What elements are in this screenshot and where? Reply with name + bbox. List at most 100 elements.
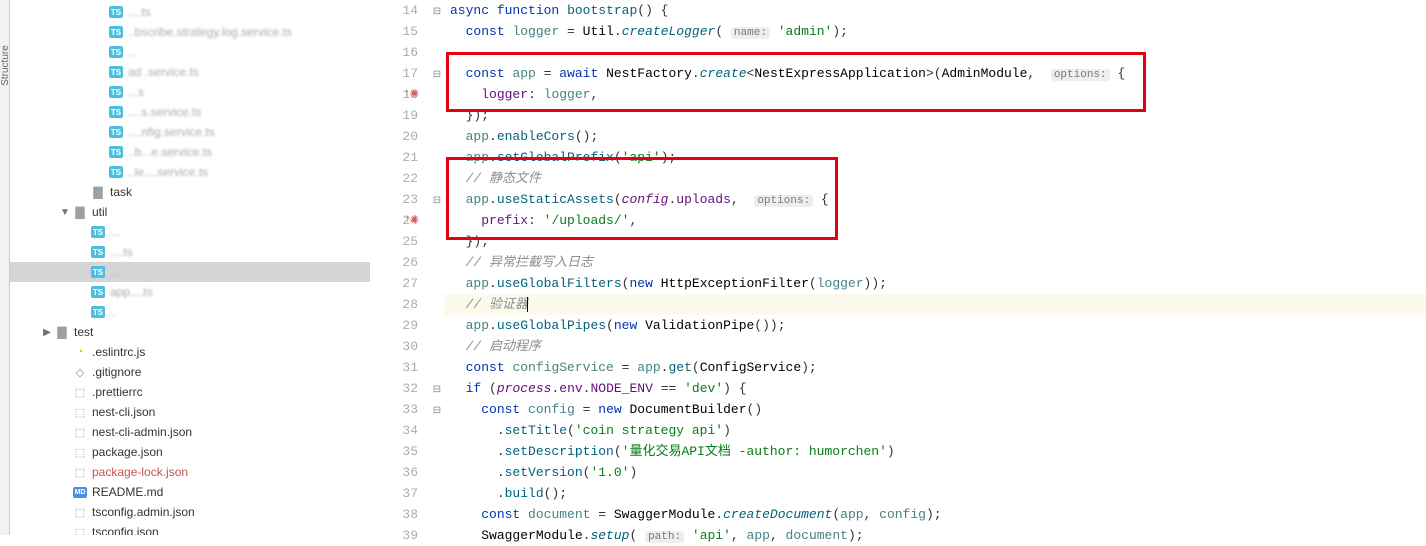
markdown-icon: MD xyxy=(72,487,88,498)
line-number[interactable]: 15 xyxy=(370,21,418,42)
line-number[interactable]: 22 xyxy=(370,168,418,189)
tree-item[interactable]: ◇.gitignore xyxy=(10,362,370,382)
tree-item[interactable]: TS....nfig.service.ts xyxy=(10,122,370,142)
tree-item-label: ..b...e.service.ts xyxy=(128,145,212,159)
tree-item[interactable]: TS... xyxy=(10,222,370,242)
chevron-down-icon[interactable]: ▼ xyxy=(58,207,72,218)
code-line: }); xyxy=(444,231,1426,252)
tree-item[interactable]: TSad .service.ts xyxy=(10,62,370,82)
line-number[interactable]: 20 xyxy=(370,126,418,147)
fold-icon[interactable]: ⊟ xyxy=(433,189,441,210)
tree-item[interactable]: ⬚.prettierrc xyxy=(10,382,370,402)
line-number[interactable]: 35 xyxy=(370,441,418,462)
tree-item-label: tsconfig.admin.json xyxy=(92,505,195,519)
line-number[interactable]: 38 xyxy=(370,504,418,525)
line-number[interactable]: 39 xyxy=(370,525,418,546)
fold-column[interactable]: ⊟⊟⊟⊟⊟ xyxy=(430,0,444,535)
line-number[interactable]: 33 xyxy=(370,399,418,420)
typescript-icon: TS xyxy=(108,146,124,158)
line-number[interactable]: 37 xyxy=(370,483,418,504)
tree-item[interactable]: ⬚tsconfig.json xyxy=(10,522,370,535)
line-number[interactable]: 34 xyxy=(370,420,418,441)
json-icon: ⬚ xyxy=(72,406,88,419)
line-number[interactable]: 30 xyxy=(370,336,418,357)
fold-icon[interactable]: ⊟ xyxy=(433,0,441,21)
tree-item-label: nest-cli-admin.json xyxy=(92,425,192,439)
line-number[interactable]: 24↑◉ xyxy=(370,210,418,231)
line-number[interactable]: 28 xyxy=(370,294,418,315)
typescript-icon: TS xyxy=(108,6,124,18)
file-tree[interactable]: TS....tsTS..bscribe.strategy.log.service… xyxy=(10,0,370,535)
override-icon[interactable]: ↑◉ xyxy=(404,84,419,105)
tree-item-label: README.md xyxy=(92,485,163,499)
line-number[interactable]: 14 xyxy=(370,0,418,21)
code-line: const logger = Util.createLogger( name: … xyxy=(444,21,1426,42)
line-number[interactable]: 26 xyxy=(370,252,418,273)
code-line: app.enableCors(); xyxy=(444,126,1426,147)
line-number[interactable]: 36 xyxy=(370,462,418,483)
tree-item[interactable]: TS..bscribe.strategy.log.service.ts xyxy=(10,22,370,42)
tree-item-label: .eslintrc.js xyxy=(92,345,145,359)
fold-icon[interactable]: ⊟ xyxy=(433,63,441,84)
line-number[interactable]: 17 xyxy=(370,63,418,84)
structure-tab-label[interactable]: Structure xyxy=(0,45,11,86)
code-editor[interactable]: 1415161718↑◉192021222324↑◉25262728293031… xyxy=(370,0,1426,535)
code-line: app.setGlobalPrefix('api'); xyxy=(444,147,1426,168)
tree-item-label: ....nfig.service.ts xyxy=(128,125,215,139)
code-line: SwaggerModule.setup( path: 'api', app, d… xyxy=(444,525,1426,546)
code-line: async function bootstrap() { xyxy=(444,0,1426,21)
tree-item-label: ..le....service.ts xyxy=(128,165,208,179)
override-icon[interactable]: ↑◉ xyxy=(404,210,419,231)
line-number[interactable]: 23 xyxy=(370,189,418,210)
chevron-right-icon[interactable]: ▶ xyxy=(40,327,54,338)
line-number[interactable]: 25 xyxy=(370,231,418,252)
typescript-icon: TS xyxy=(108,166,124,178)
folder-icon: ▇ xyxy=(72,205,88,219)
line-number[interactable]: 29 xyxy=(370,315,418,336)
tree-item[interactable]: TSapp....ts xyxy=(10,282,370,302)
tree-item[interactable]: ⬚ nest-cli-admin.json xyxy=(10,422,370,442)
typescript-icon: TS xyxy=(90,306,106,318)
typescript-icon: TS xyxy=(108,46,124,58)
tree-item[interactable]: TS....ts xyxy=(10,242,370,262)
tree-item[interactable]: TS.. xyxy=(10,42,370,62)
tree-item[interactable]: TS.. xyxy=(10,302,370,322)
tree-item-label: ... xyxy=(110,265,120,279)
code-content[interactable]: async function bootstrap() { const logge… xyxy=(444,0,1426,535)
tree-item[interactable]: ⬚nest-cli.json xyxy=(10,402,370,422)
line-number[interactable]: 21 xyxy=(370,147,418,168)
typescript-icon: TS xyxy=(108,86,124,98)
typescript-icon: TS xyxy=(90,246,106,258)
tree-item[interactable]: ▶▇test xyxy=(10,322,370,342)
ide-left-margin: Structure xyxy=(0,0,10,535)
fold-icon[interactable]: ⊟ xyxy=(433,378,441,399)
tree-item[interactable]: TS... xyxy=(10,262,370,282)
tree-item[interactable]: ▇task xyxy=(10,182,370,202)
tree-item[interactable]: ⬚package-lock.json xyxy=(10,462,370,482)
code-line xyxy=(444,42,1426,63)
tree-item[interactable]: ⬚package.json xyxy=(10,442,370,462)
tree-item[interactable]: TS....ts xyxy=(10,2,370,22)
tree-item[interactable]: TS....s.service.ts xyxy=(10,102,370,122)
tree-item[interactable]: TS ..le....service.ts xyxy=(10,162,370,182)
line-number[interactable]: 19 xyxy=(370,105,418,126)
tree-item[interactable]: ⬚tsconfig.admin.json xyxy=(10,502,370,522)
code-line: .setDescription('量化交易API文档 -author: humo… xyxy=(444,441,1426,462)
json-icon: ⬚ xyxy=(72,526,88,536)
line-number[interactable]: 32 xyxy=(370,378,418,399)
json-icon: ⬚ xyxy=(72,386,88,399)
tree-item[interactable]: TS ..b...e.service.ts xyxy=(10,142,370,162)
tree-item[interactable]: ▼▇util xyxy=(10,202,370,222)
tree-item-label: ... xyxy=(110,225,120,239)
code-line: const configService = app.get(ConfigServ… xyxy=(444,357,1426,378)
json-icon: ⬚ xyxy=(72,426,88,439)
tree-item[interactable]: TS...s xyxy=(10,82,370,102)
tree-item[interactable]: MD README.md xyxy=(10,482,370,502)
fold-icon[interactable]: ⊟ xyxy=(433,399,441,420)
tree-item[interactable]: ◔.eslintrc.js xyxy=(10,342,370,362)
line-number[interactable]: 31 xyxy=(370,357,418,378)
line-number[interactable]: 16 xyxy=(370,42,418,63)
line-number[interactable]: 27 xyxy=(370,273,418,294)
line-number[interactable]: 18↑◉ xyxy=(370,84,418,105)
typescript-icon: TS xyxy=(90,286,106,298)
